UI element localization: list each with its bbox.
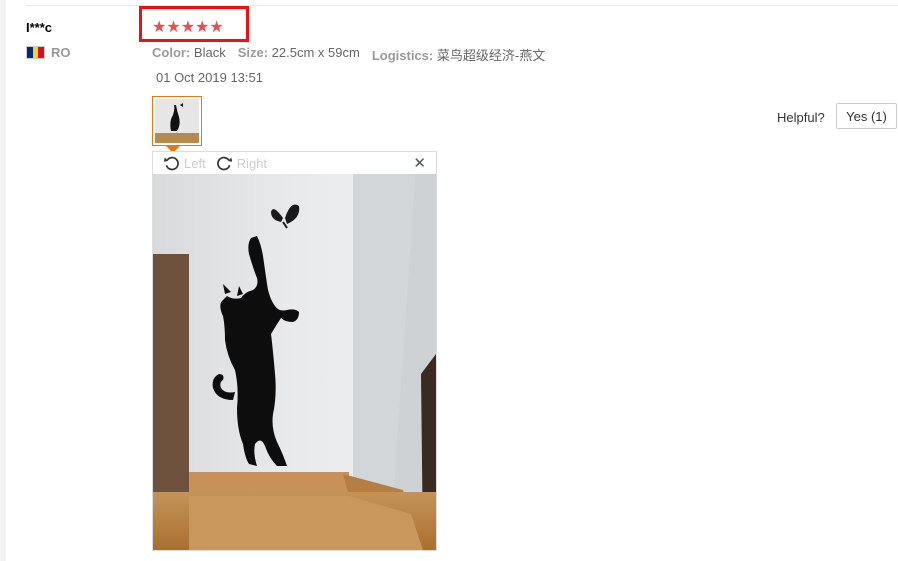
review-date: 01 Oct 2019 13:51 [156, 70, 263, 85]
thumbnail-image [155, 99, 199, 143]
close-icon[interactable]: ✕ [413, 154, 426, 172]
flag-icon [26, 46, 45, 59]
reviewer-country: RO [26, 45, 71, 60]
helpful-yes-button[interactable]: Yes (1) [836, 103, 897, 129]
star-rating: ★★★★★ [152, 19, 224, 36]
product-attributes: Color: Black Size: 22.5cm x 59cm Logisti… [152, 45, 545, 64]
reviewer-name: I***c [26, 20, 53, 35]
rotate-right-label: Right [236, 155, 268, 171]
viewer-toolbar: Left Right ✕ [153, 152, 436, 174]
rotate-left-label: Left [184, 155, 206, 171]
attribute-logistics: Logistics: 菜鸟超级经济-燕文 [371, 48, 546, 63]
photo-viewer: Left Right ✕ [152, 151, 437, 551]
rotate-left-icon [163, 156, 179, 170]
review-photo-thumbnail[interactable] [152, 96, 202, 146]
country-code: RO [51, 45, 71, 60]
review-photo [153, 174, 436, 550]
rotate-right-button[interactable]: Right [216, 155, 267, 172]
attribute-color: Color: Black [152, 45, 226, 60]
attribute-size: Size: 22.5cm x 59cm [237, 45, 360, 60]
rotate-right-icon [216, 156, 232, 170]
helpful-label: Helpful? [777, 110, 825, 125]
rotate-left-button[interactable]: Left [163, 155, 206, 172]
left-gutter [0, 0, 6, 561]
